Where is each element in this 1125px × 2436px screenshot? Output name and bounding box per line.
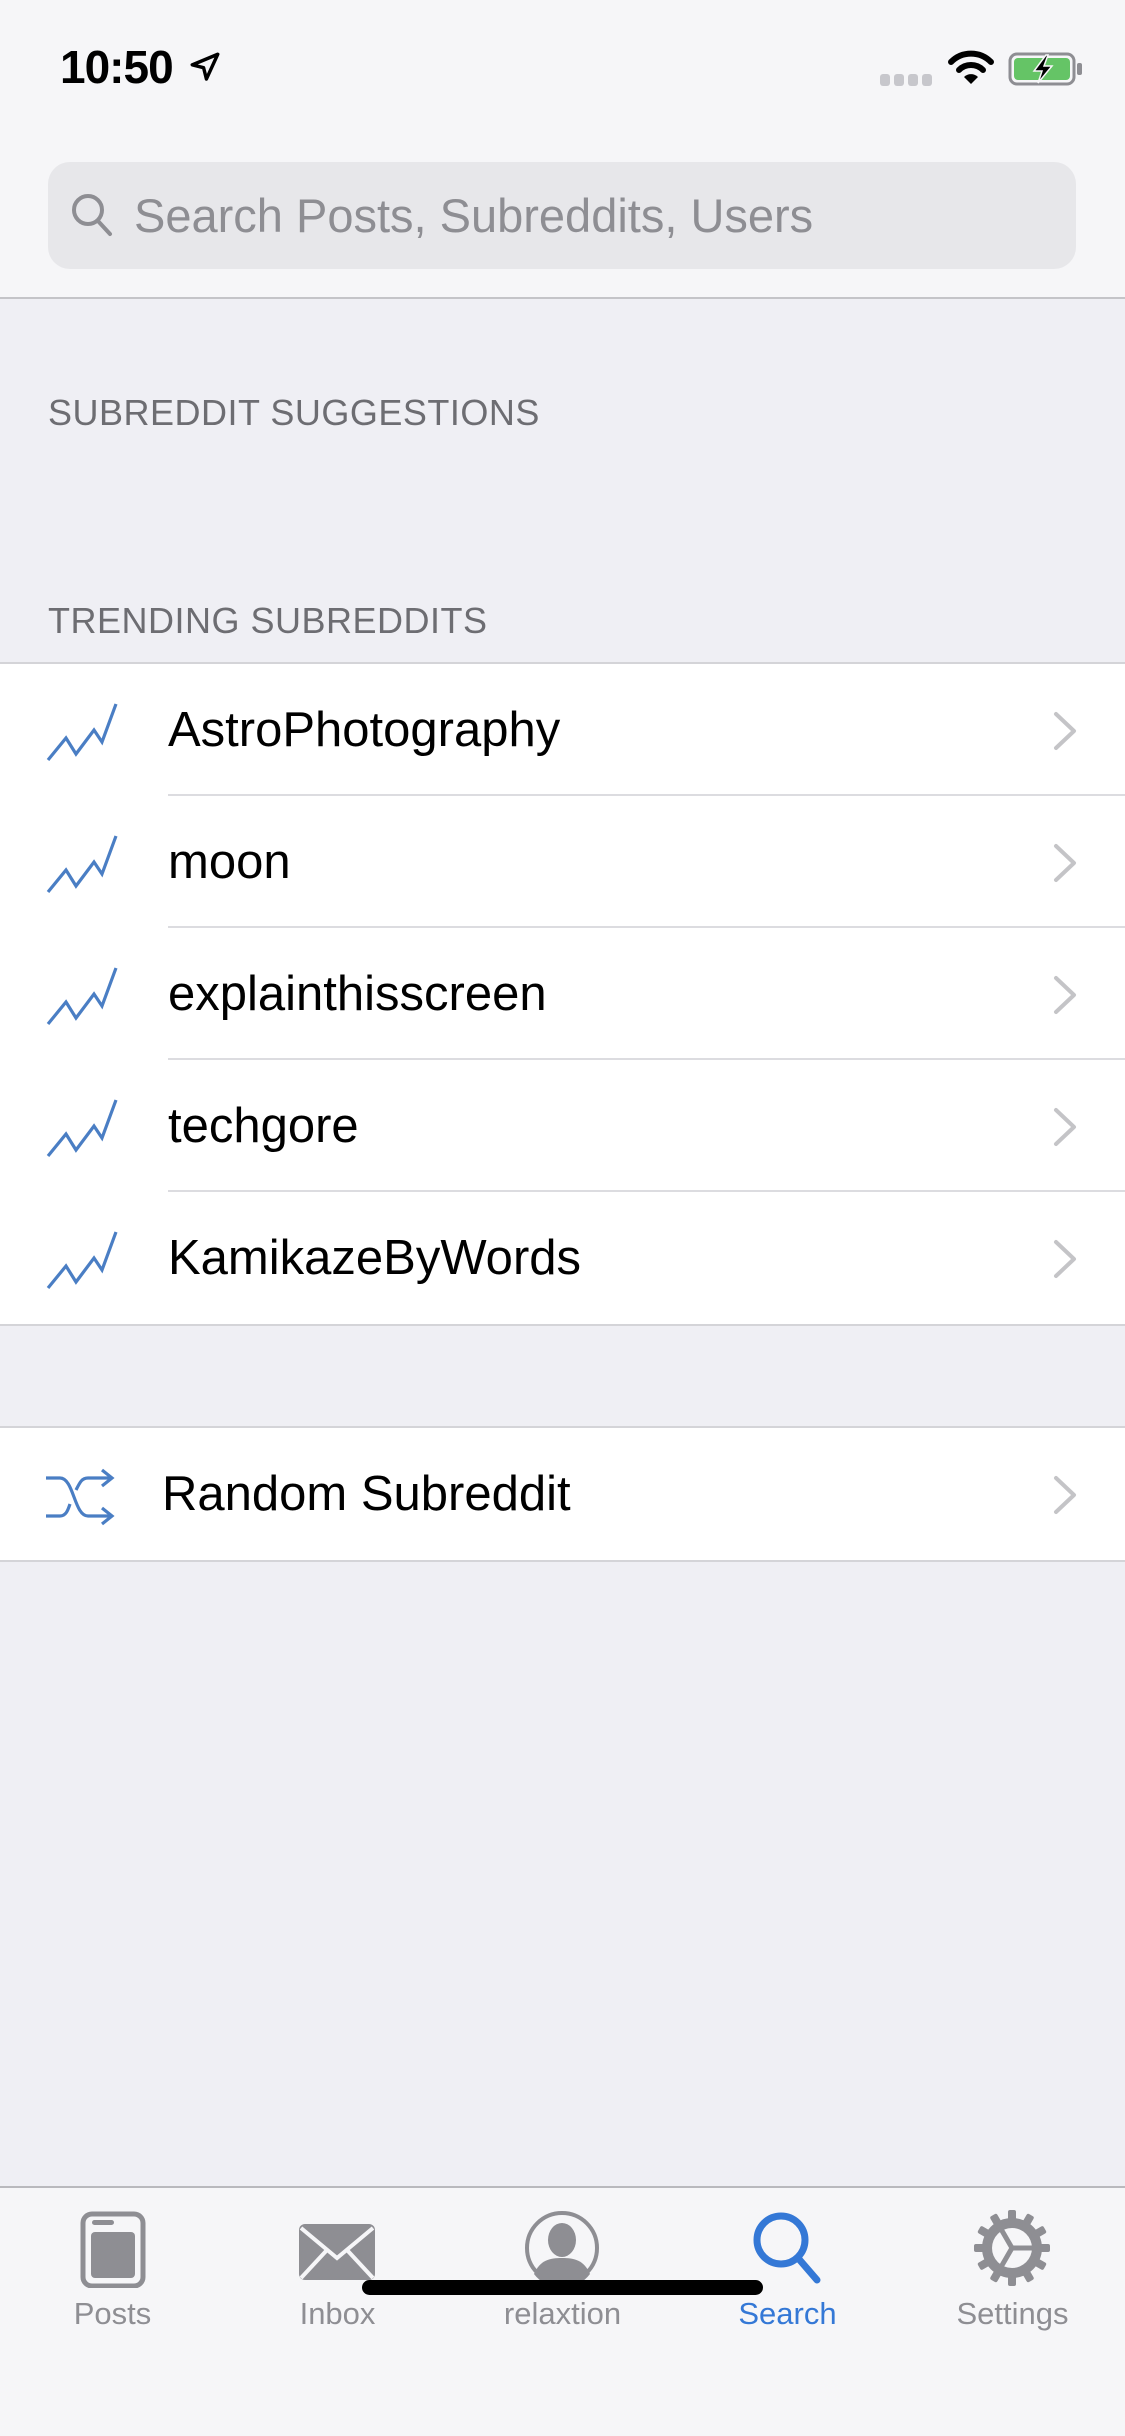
trending-subreddit-row[interactable]: moon <box>0 796 1125 928</box>
trending-icon <box>46 703 118 762</box>
tab-profile[interactable]: relaxtion <box>450 2188 675 2338</box>
tab-inbox[interactable]: Inbox <box>225 2188 450 2338</box>
tab-label: Settings <box>956 2296 1069 2331</box>
trending-icon <box>46 1099 118 1158</box>
chevron-right-icon <box>1054 976 1076 1014</box>
chevron-right-icon <box>1054 844 1076 882</box>
trending-icon <box>46 1231 118 1290</box>
trending-icon <box>46 835 118 894</box>
top-bar: 10:50 <box>0 0 1125 299</box>
envelope-icon <box>299 2224 375 2280</box>
subreddit-name: moon <box>168 835 291 889</box>
subreddit-suggestions-header: SUBREDDIT SUGGESTIONS <box>48 392 540 433</box>
chevron-right-icon <box>1054 712 1076 750</box>
trending-subreddit-row[interactable]: AstroPhotography <box>0 664 1125 796</box>
wifi-icon <box>948 50 994 84</box>
trending-subreddits-header: TRENDING SUBREDDITS <box>48 600 488 641</box>
subreddit-name: AstroPhotography <box>168 703 561 757</box>
tab-label: Inbox <box>299 2296 376 2331</box>
subreddit-name: techgore <box>168 1099 359 1153</box>
tab-search[interactable]: Search <box>675 2188 900 2338</box>
location-arrow-icon <box>190 52 220 81</box>
trending-subreddit-row[interactable]: techgore <box>0 1060 1125 1192</box>
gear-icon <box>974 2210 1050 2286</box>
tab-label: Posts <box>73 2296 152 2331</box>
trending-subreddit-row[interactable]: explainthisscreen <box>0 928 1125 1060</box>
tab-label: relaxtion <box>503 2296 622 2331</box>
profile-icon <box>525 2211 599 2288</box>
chevron-right-icon <box>1054 1476 1076 1514</box>
trending-icon <box>46 967 118 1026</box>
search-bar[interactable] <box>48 162 1076 269</box>
home-indicator[interactable] <box>362 2280 763 2295</box>
random-list: Random Subreddit <box>0 1426 1125 1562</box>
tab-bar: Posts Inbox relaxtion Search Settings <box>0 2186 1125 2436</box>
search-input[interactable] <box>134 162 1054 269</box>
subreddit-name: explainthisscreen <box>168 967 547 1021</box>
random-subreddit-label: Random Subreddit <box>162 1467 571 1521</box>
tab-posts[interactable]: Posts <box>0 2188 225 2338</box>
battery-charging-icon <box>1008 52 1082 86</box>
chevron-right-icon <box>1054 1108 1076 1146</box>
cellular-signal-icon <box>880 74 932 86</box>
trending-subreddit-row[interactable]: KamikazeByWords <box>0 1192 1125 1324</box>
random-subreddit-row[interactable]: Random Subreddit <box>0 1428 1125 1560</box>
tab-settings[interactable]: Settings <box>900 2188 1125 2338</box>
tab-label: Search <box>738 2296 837 2331</box>
subreddit-name: KamikazeByWords <box>168 1231 582 1285</box>
shuffle-icon <box>46 1468 115 1526</box>
posts-icon <box>80 2211 146 2288</box>
search-icon <box>753 2212 821 2284</box>
chevron-right-icon <box>1054 1240 1076 1278</box>
status-time: 10:50 <box>60 41 174 93</box>
search-icon <box>72 194 112 236</box>
trending-list: AstroPhotography moon explainthisscreen <box>0 662 1125 1326</box>
